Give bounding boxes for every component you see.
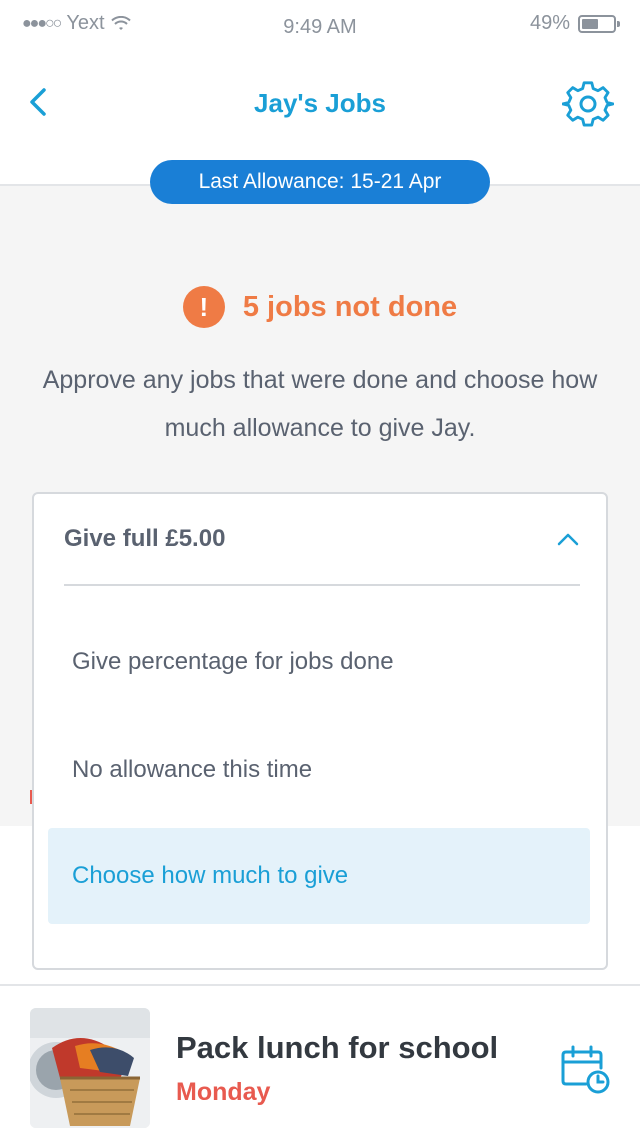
instruction-text: Approve any jobs that were done and choo… — [42, 366, 598, 442]
chevron-up-icon[interactable] — [556, 531, 580, 547]
laundry-image-icon — [30, 1008, 150, 1128]
calendar-clock-icon[interactable] — [560, 1044, 610, 1094]
task-title: Pack lunch for school — [176, 1030, 499, 1065]
dropdown-selected[interactable]: Give full £5.00 — [64, 494, 580, 586]
task-thumbnail — [30, 1008, 150, 1128]
gear-icon[interactable] — [562, 78, 614, 130]
option-choose-amount[interactable]: Choose how much to give — [48, 828, 590, 924]
battery-status: 49% — [529, 12, 620, 35]
selected-option-label: Give full £5.00 — [64, 525, 226, 552]
alert-text: 5 jobs not done — [242, 290, 458, 323]
page-title: Jay's Jobs — [254, 88, 386, 118]
task-row[interactable]: Pack lunch for school Monday — [0, 984, 640, 1136]
allowance-dropdown[interactable]: Give full £5.00 Give percentage for jobs… — [32, 492, 608, 970]
last-allowance-pill[interactable]: Last Allowance: 15-21 Apr — [150, 160, 490, 204]
option-no-allowance[interactable]: No allowance this time — [48, 722, 590, 818]
battery-icon — [578, 14, 620, 33]
option-percentage[interactable]: Give percentage for jobs done — [48, 614, 590, 710]
battery-percent: 49% — [529, 12, 570, 34]
jobs-alert: ! 5 jobs not done — [0, 286, 640, 328]
alert-icon: ! — [182, 286, 225, 328]
task-day: Monday — [176, 1078, 271, 1106]
status-bar: ●●●○○ Yext 9:49 AM 49% — [0, 0, 640, 40]
